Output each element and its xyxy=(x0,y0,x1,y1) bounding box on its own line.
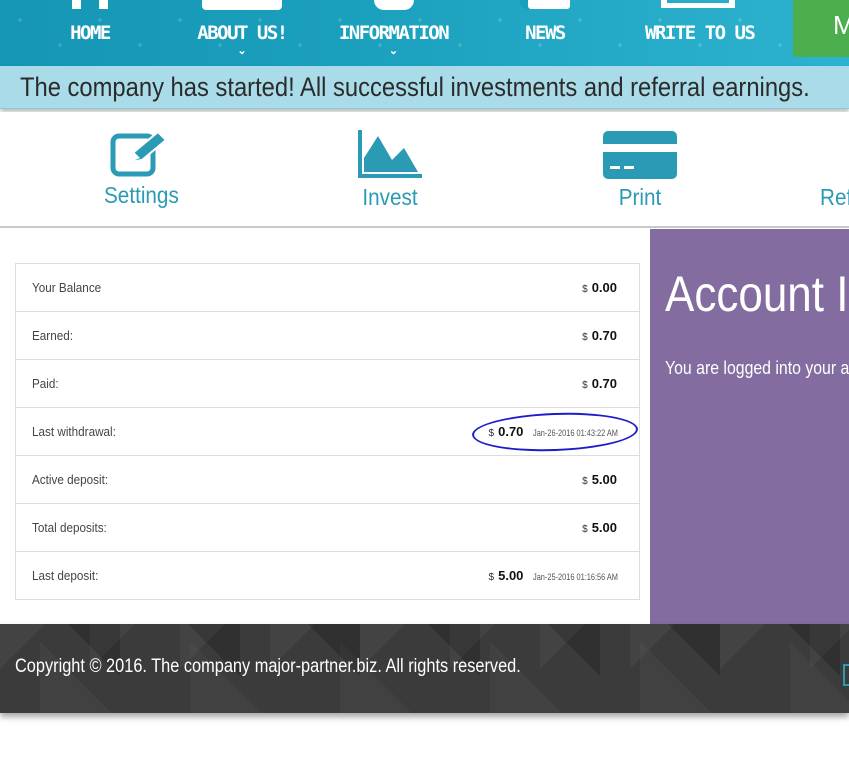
referral-icon xyxy=(820,130,849,180)
stat-row-last-deposit: Last deposit: $ 5.00 Jan-25-2016 01:16:5… xyxy=(16,552,639,600)
stat-date: Jan-25-2016 01:16:56 AM xyxy=(533,572,619,582)
chevron-down-icon: ⌄ xyxy=(237,45,247,57)
stat-value: $ 0.70 Jan-26-2016 01:43:22 AM xyxy=(489,424,637,439)
stat-label: Your Balance xyxy=(32,280,102,295)
nav-item-news[interactable]: News xyxy=(505,0,585,66)
account-toolbar: Settings Invest Print Ref xyxy=(0,112,849,228)
stat-amount: 5.00 xyxy=(498,568,524,583)
mail-icon xyxy=(660,0,735,8)
currency-symbol: $ xyxy=(582,332,588,343)
toolbar-label: Invest xyxy=(362,184,418,210)
announcement-text: The company has started! All successful … xyxy=(20,72,810,102)
chevron-down-icon: ⌄ xyxy=(388,45,399,57)
stat-value: $ 0.70 xyxy=(582,328,617,343)
stat-label: Earned: xyxy=(32,328,73,343)
stat-amount: 0.70 xyxy=(498,424,524,439)
about-icon xyxy=(202,0,282,10)
home-icon xyxy=(72,0,108,9)
toolbar-invest[interactable]: Invest xyxy=(350,130,430,211)
stat-label: Total deposits: xyxy=(32,520,107,535)
account-stats-table: Your Balance $ 0.00 Earned: $ 0.70 Paid:… xyxy=(15,263,640,600)
stat-amount: 5.00 xyxy=(591,472,617,487)
stat-value: $ 0.70 xyxy=(582,376,617,391)
nav-label: Information xyxy=(338,22,450,44)
top-navigation: home About us! ⌄ Information ⌄ News Writ… xyxy=(0,0,849,66)
stat-label: Active deposit: xyxy=(32,472,109,487)
credit-card-icon xyxy=(603,131,677,179)
stat-row-earned: Earned: $ 0.70 xyxy=(16,312,639,360)
nav-item-write-to-us[interactable]: Write to us xyxy=(645,0,756,66)
stat-value: $ 5.00 Jan-25-2016 01:16:56 AM xyxy=(489,568,637,583)
copyright-text: Copyright © 2016. The company major-part… xyxy=(15,656,521,677)
area-chart-icon xyxy=(358,130,422,178)
nav-label: News xyxy=(525,22,566,44)
stat-label: Last withdrawal: xyxy=(32,424,116,439)
account-info-message: You are logged into your acco xyxy=(665,358,849,378)
stat-value: $ 5.00 xyxy=(582,520,617,535)
stat-amount: 0.70 xyxy=(591,328,617,343)
currency-symbol: $ xyxy=(582,380,588,391)
stat-row-paid: Paid: $ 0.70 xyxy=(16,360,639,408)
footer-link-icon[interactable] xyxy=(843,664,849,686)
currency-symbol: $ xyxy=(488,428,495,439)
nav-label: Write to us xyxy=(645,22,756,44)
toolbar-print[interactable]: Print xyxy=(600,130,680,211)
currency-symbol: $ xyxy=(582,524,588,535)
nav-cta-button[interactable]: M xyxy=(793,0,849,57)
nav-item-home[interactable]: home xyxy=(50,0,130,66)
account-info-panel: Account Inf You are logged into your acc… xyxy=(650,229,849,624)
currency-symbol: $ xyxy=(582,284,588,295)
stat-value: $ 5.00 xyxy=(582,472,617,487)
stat-row-active-deposit: Active deposit: $ 5.00 xyxy=(16,456,639,504)
nav-label: About us! xyxy=(197,22,288,44)
stat-amount: 0.70 xyxy=(591,376,617,391)
stat-label: Paid: xyxy=(32,376,59,391)
toolbar-settings[interactable]: Settings xyxy=(100,130,180,209)
toolbar-referrals[interactable]: Ref xyxy=(820,130,849,211)
edit-icon xyxy=(110,130,168,177)
announcement-bar: The company has started! All successful … xyxy=(0,66,849,109)
nav-item-information[interactable]: Information ⌄ xyxy=(336,0,451,66)
stat-amount: 5.00 xyxy=(591,520,617,535)
stat-amount: 0.00 xyxy=(591,280,617,295)
stat-row-balance: Your Balance $ 0.00 xyxy=(16,264,639,312)
stat-row-total-deposits: Total deposits: $ 5.00 xyxy=(16,504,639,552)
stat-date: Jan-26-2016 01:43:22 AM xyxy=(533,428,619,438)
nav-item-about[interactable]: About us! ⌄ xyxy=(192,0,292,66)
toolbar-label: Ref xyxy=(820,184,849,210)
stat-row-last-withdrawal: Last withdrawal: $ 0.70 Jan-26-2016 01:4… xyxy=(16,408,639,456)
nav-label: home xyxy=(70,22,111,44)
currency-symbol: $ xyxy=(582,476,588,487)
info-icon xyxy=(373,0,414,10)
account-info-title: Account Inf xyxy=(665,266,849,322)
currency-symbol: $ xyxy=(488,572,495,583)
toolbar-label: Print xyxy=(618,184,662,210)
toolbar-label: Settings xyxy=(104,182,179,208)
stat-value: $ 0.00 xyxy=(582,280,617,295)
stat-label: Last deposit: xyxy=(32,568,99,583)
news-icon xyxy=(520,0,570,9)
footer: Copyright © 2016. The company major-part… xyxy=(0,624,849,713)
